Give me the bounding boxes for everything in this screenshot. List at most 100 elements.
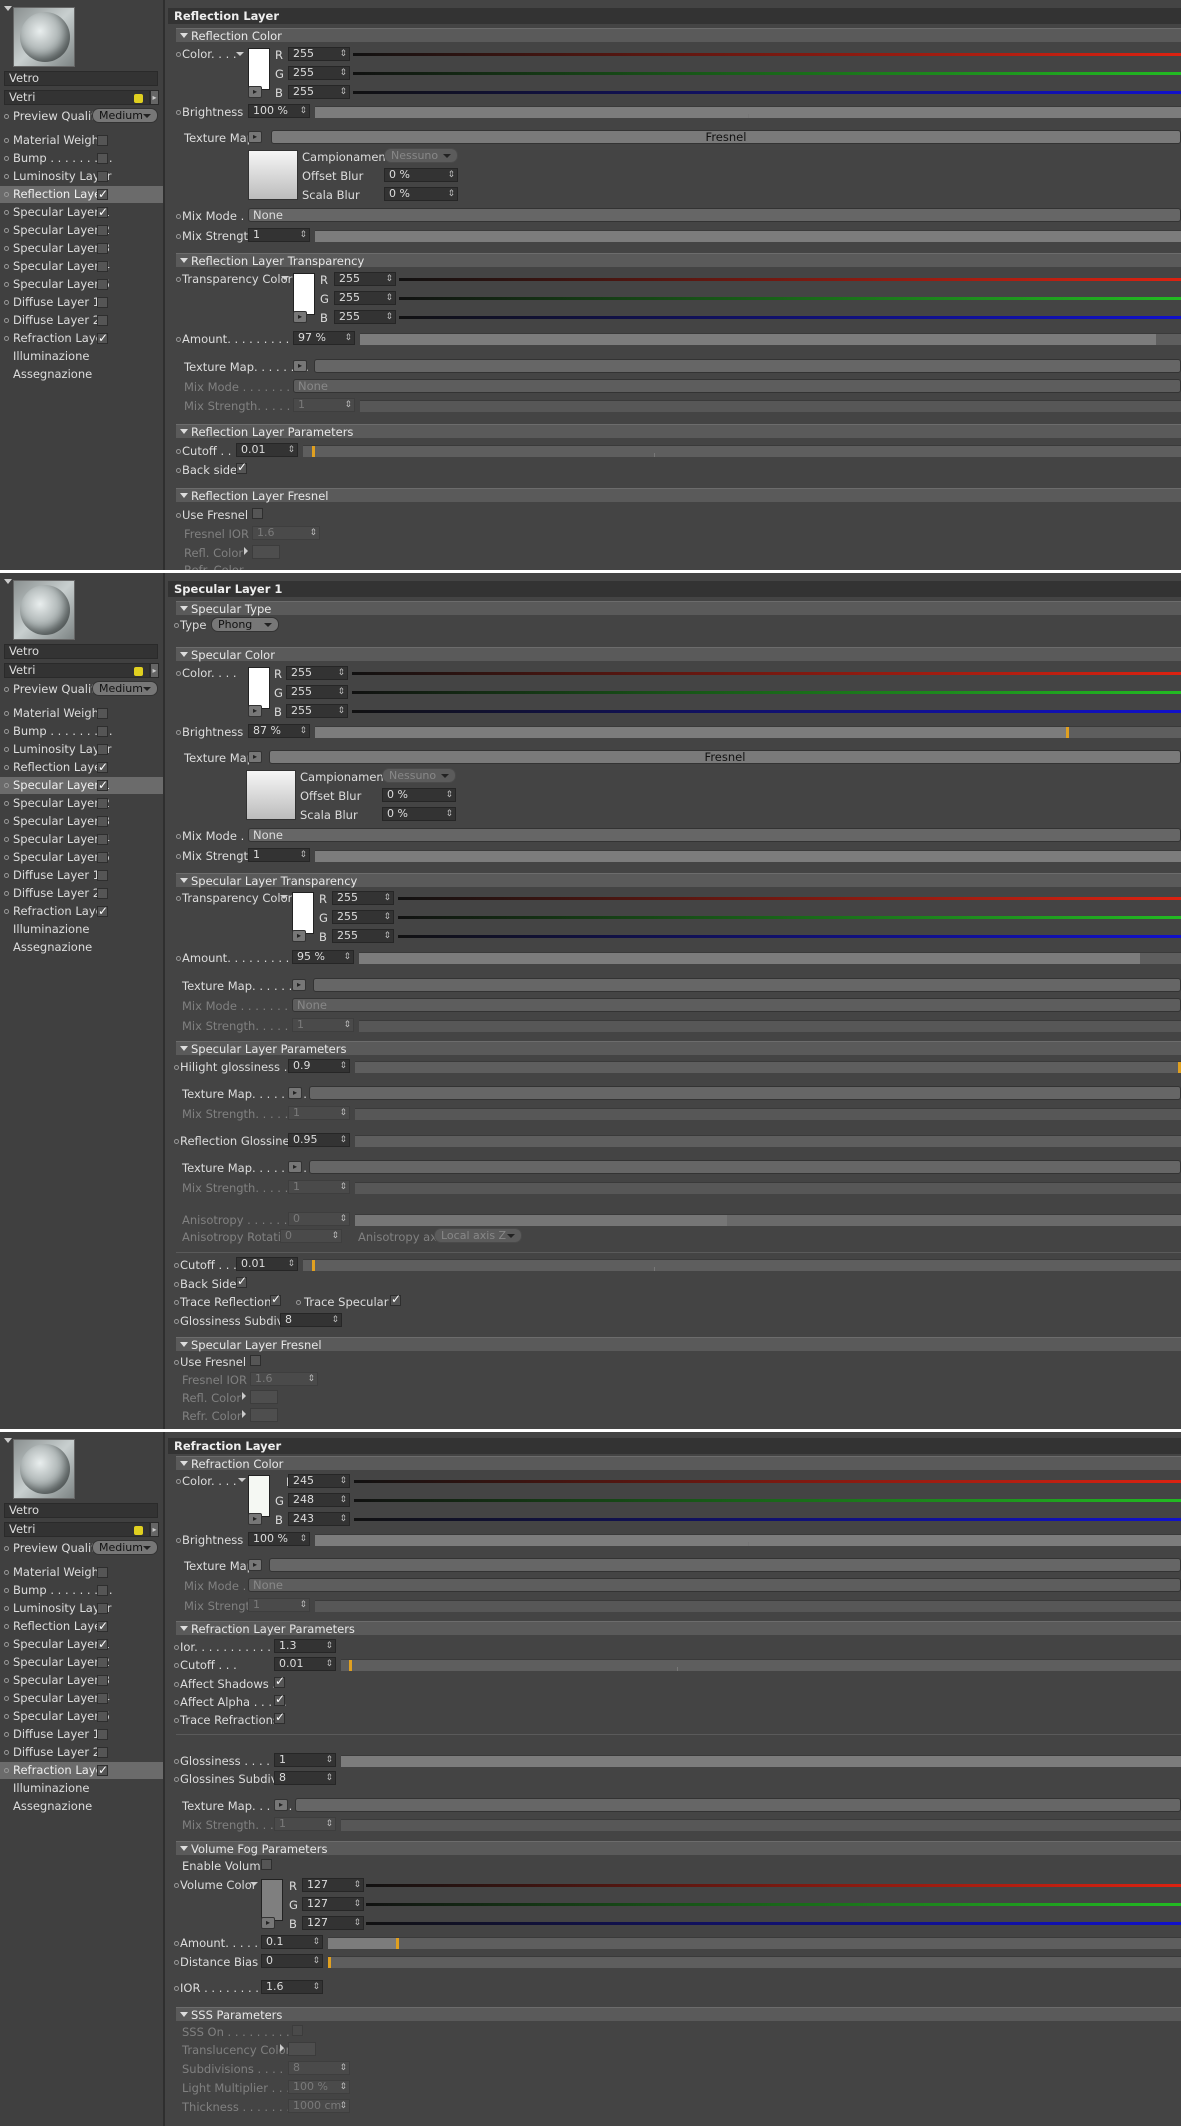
sss-on-checkbox[interactable] xyxy=(292,2025,303,2036)
texture-map-shader[interactable] xyxy=(269,1558,1181,1572)
channel-checkbox[interactable] xyxy=(97,708,108,719)
mix-strength-slider[interactable] xyxy=(359,1020,1181,1032)
sidebar-item-diffuse-layer-2[interactable]: Diffuse Layer 2 xyxy=(0,312,163,329)
back-side-checkbox[interactable] xyxy=(236,1274,247,1288)
animation-dot[interactable] xyxy=(174,1759,179,1764)
anisotropy-rotation-field[interactable]: 0 xyxy=(280,1229,342,1243)
anisotropy-field[interactable]: 0 xyxy=(288,1212,350,1226)
sidebar-item-illuminazione[interactable]: Illuminazione xyxy=(0,1780,163,1797)
color-dropdown-icon[interactable] xyxy=(250,1882,258,1886)
g-slider[interactable] xyxy=(354,1499,1181,1502)
sidebar-item-reflection-layer[interactable]: Reflection Layer xyxy=(0,186,163,203)
section-reflection-transparency[interactable]: Reflection Layer Transparency xyxy=(176,253,1181,268)
preview-quality-dropdown[interactable]: Medium xyxy=(92,108,158,123)
animation-dot[interactable] xyxy=(176,1479,181,1484)
b-field[interactable]: 255 xyxy=(334,310,396,324)
sidebar-item-specular-layer-2[interactable]: Specular Layer 2 xyxy=(0,222,163,239)
section-refraction-color[interactable]: Refraction Color xyxy=(176,1456,1181,1471)
offset-blur-field[interactable]: 0 % xyxy=(384,168,458,182)
r-field[interactable]: 127 xyxy=(302,1878,364,1892)
channel-checkbox[interactable] xyxy=(97,798,108,809)
color-dropdown-icon[interactable] xyxy=(236,52,244,56)
channel-checkbox[interactable] xyxy=(97,1603,108,1614)
animation-dot[interactable] xyxy=(174,1986,179,1991)
sidebar-item-bump[interactable]: Bump . . . . . . . . . xyxy=(0,1582,163,1599)
channel-checkbox[interactable] xyxy=(97,1747,108,1758)
affect-shadows-checkbox[interactable] xyxy=(274,1674,285,1688)
sidebar-item-material-weight[interactable]: Material Weight xyxy=(0,132,163,149)
b-slider[interactable] xyxy=(398,935,1181,938)
material-name-field[interactable]: Vetro xyxy=(4,71,158,86)
type-dropdown[interactable]: Phong xyxy=(211,617,279,632)
sidebar-item-refraction-layer[interactable]: Refraction Layer xyxy=(0,330,163,347)
affect-alpha-checkbox[interactable] xyxy=(274,1692,285,1706)
sidebar-item-assegnazione[interactable]: Assegnazione xyxy=(0,939,163,956)
texture-map-arrow-button[interactable]: ▸ xyxy=(288,1087,302,1099)
animation-dot[interactable] xyxy=(176,52,181,57)
material-group-field[interactable]: Vetri xyxy=(4,663,150,678)
color-dropdown-icon[interactable] xyxy=(281,276,289,280)
channel-checkbox[interactable] xyxy=(97,888,108,899)
texture-map-shader[interactable]: Fresnel xyxy=(271,130,1181,144)
section-volume-fog[interactable]: Volume Fog Parameters xyxy=(176,1841,1181,1856)
texture-map-arrow-button[interactable]: ▸ xyxy=(248,131,262,143)
animation-dot[interactable] xyxy=(174,1883,179,1888)
enable-volume-checkbox[interactable] xyxy=(261,1859,272,1870)
volume-color-swatch[interactable] xyxy=(261,1879,283,1921)
sidebar-item-illuminazione[interactable]: Illuminazione xyxy=(0,921,163,938)
b-slider[interactable] xyxy=(399,316,1181,319)
mix-strength-field[interactable]: 1 xyxy=(293,398,355,412)
sidebar-item-specular-layer-1[interactable]: Specular Layer 1 xyxy=(0,1636,163,1653)
expand-arrow-icon[interactable] xyxy=(280,2044,284,2052)
channel-checkbox[interactable] xyxy=(97,744,108,755)
sidebar-item-specular-layer-4[interactable]: Specular Layer 4 xyxy=(0,1690,163,1707)
texture-map-arrow-button[interactable]: ▸ xyxy=(293,360,307,372)
subdivisions-field[interactable]: 8 xyxy=(288,2061,350,2075)
animation-dot[interactable] xyxy=(176,854,181,859)
ior-field[interactable]: 1.6 xyxy=(261,1980,323,1994)
sidebar-item-luminosity-layer[interactable]: Luminosity Layer xyxy=(0,168,163,185)
section-specular-color[interactable]: Specular Color xyxy=(176,647,1181,662)
animation-dot[interactable] xyxy=(174,1065,179,1070)
g-slider[interactable] xyxy=(352,691,1181,694)
color-swatch[interactable] xyxy=(248,1475,270,1517)
animation-dot[interactable] xyxy=(4,765,9,770)
b-slider[interactable] xyxy=(353,91,1181,94)
animation-dot[interactable] xyxy=(4,300,9,305)
animation-dot[interactable] xyxy=(4,747,9,752)
sidebar-item-specular-layer-3[interactable]: Specular Layer 3 xyxy=(0,240,163,257)
glossiness-subdivs-field[interactable]: 8 xyxy=(274,1771,336,1785)
channel-checkbox[interactable] xyxy=(97,315,108,326)
section-specular-params[interactable]: Specular Layer Parameters xyxy=(176,1041,1181,1056)
section-refraction-params[interactable]: Refraction Layer Parameters xyxy=(176,1621,1181,1636)
animation-dot[interactable] xyxy=(176,277,181,282)
anisotropy-slider[interactable] xyxy=(355,1214,1181,1226)
channel-checkbox[interactable] xyxy=(97,225,108,236)
brightness-slider[interactable] xyxy=(315,1534,1181,1546)
mix-strength-field[interactable]: 1 xyxy=(274,1817,336,1831)
animation-dot[interactable] xyxy=(4,174,9,179)
r-slider[interactable] xyxy=(353,53,1181,56)
animation-dot[interactable] xyxy=(4,855,9,860)
animation-dot[interactable] xyxy=(174,1700,179,1705)
animation-dot[interactable] xyxy=(4,783,9,788)
sidebar-item-diffuse-layer-2[interactable]: Diffuse Layer 2 xyxy=(0,885,163,902)
reflection-glossiness-field[interactable]: 0.95 xyxy=(288,1133,350,1147)
color-dropdown-icon[interactable] xyxy=(280,895,288,899)
brightness-field[interactable]: 100 % xyxy=(248,1532,310,1546)
offset-blur-field[interactable]: 0 % xyxy=(382,788,456,802)
g-field[interactable]: 248 xyxy=(288,1493,350,1507)
anisotropy-axis-dropdown[interactable]: Local axis Z xyxy=(434,1228,522,1243)
channel-checkbox[interactable] xyxy=(97,204,108,221)
animation-dot[interactable] xyxy=(174,1139,179,1144)
animation-dot[interactable] xyxy=(4,228,9,233)
collapse-arrow-icon[interactable] xyxy=(4,1438,12,1443)
section-specular-fresnel[interactable]: Specular Layer Fresnel xyxy=(176,1337,1181,1352)
texture-map-arrow-button[interactable]: ▸ xyxy=(248,751,262,763)
color-picker-button[interactable]: ▸ xyxy=(248,705,262,717)
sidebar-item-specular-layer-5[interactable]: Specular Layer 5 xyxy=(0,1708,163,1725)
sidebar-item-refraction-layer[interactable]: Refraction Layer xyxy=(0,903,163,920)
color-picker-button[interactable]: ▸ xyxy=(248,86,262,98)
sidebar-item-diffuse-layer-1[interactable]: Diffuse Layer 1 xyxy=(0,867,163,884)
reflection-glossiness-slider[interactable] xyxy=(355,1135,1181,1147)
